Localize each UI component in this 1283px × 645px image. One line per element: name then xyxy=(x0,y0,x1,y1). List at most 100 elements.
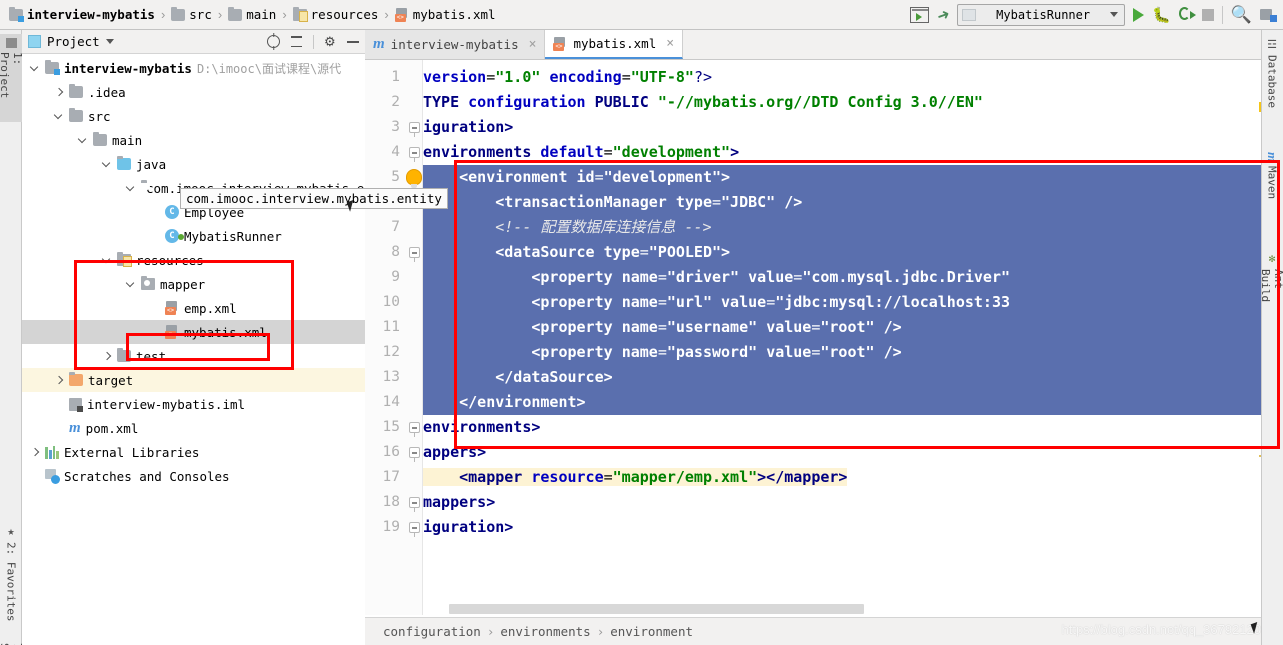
run-button[interactable] xyxy=(1133,7,1145,22)
code-token: name xyxy=(621,293,658,311)
make-project-icon[interactable]: ➜ xyxy=(934,4,952,25)
code-line[interactable]: <property name="driver" value="com.mysql… xyxy=(423,265,1283,290)
tree-node-mybatis-xml[interactable]: <> mybatis.xml xyxy=(22,320,365,344)
tool-tab-maven[interactable]: m Maven xyxy=(1261,148,1283,218)
collapse-all-icon[interactable] xyxy=(290,35,303,48)
close-icon[interactable]: × xyxy=(529,37,537,52)
project-tool-window: Project ⚙ interview-mybatis D:\imooc\面试课程… xyxy=(22,30,402,645)
code-fold-toggle[interactable] xyxy=(409,247,420,262)
tool-tab-project[interactable]: 1: Project xyxy=(0,34,24,122)
maven-icon: m xyxy=(1265,152,1280,163)
tree-node-main[interactable]: main xyxy=(22,128,365,152)
hide-icon[interactable] xyxy=(347,40,359,43)
tree-node-test[interactable]: test xyxy=(22,344,365,368)
tool-tab-structure[interactable]: 7: Structure xyxy=(0,530,24,645)
code-line[interactable]: </environment> xyxy=(423,390,1283,415)
gear-icon[interactable]: ⚙ xyxy=(324,35,337,48)
tree-node-pom-xml[interactable]: m pom.xml xyxy=(22,416,365,440)
search-icon[interactable]: 🔍 xyxy=(1231,5,1252,25)
scratches-icon xyxy=(45,469,60,484)
chevron-down-icon[interactable] xyxy=(102,255,112,265)
tree-node-idea[interactable]: .idea xyxy=(22,80,365,104)
chevron-down-icon[interactable] xyxy=(126,279,136,289)
chevron-down-icon[interactable] xyxy=(105,39,114,44)
code-fold-toggle[interactable] xyxy=(409,447,420,462)
intention-bulb-icon[interactable] xyxy=(407,170,421,188)
code-line[interactable]: <mapper resource="mapper/emp.xml"></mapp… xyxy=(423,465,1283,490)
code-token: <property xyxy=(423,318,622,336)
tree-node-interview-mybatis[interactable]: interview-mybatis D:\imooc\面试课程\源代 xyxy=(22,56,365,80)
tree-node-external-libraries[interactable]: External Libraries xyxy=(22,440,365,464)
code-line[interactable]: <property name="url" value="jdbc:mysql:/… xyxy=(423,290,1283,315)
run-config-name: MybatisRunner xyxy=(996,7,1091,22)
tree-node-target[interactable]: target xyxy=(22,368,365,392)
code-line[interactable]: iguration> xyxy=(423,115,1283,140)
breadcrumb-environments[interactable]: environments xyxy=(500,624,590,639)
tree-node-java[interactable]: java xyxy=(22,152,365,176)
tree-node-resources[interactable]: resources xyxy=(22,248,365,272)
chevron-right-icon[interactable] xyxy=(54,87,64,97)
code-line[interactable]: <property name="password" value="root" /… xyxy=(423,340,1283,365)
editor-gutter[interactable]: 12345678910111213141516171819 xyxy=(365,60,423,615)
breadcrumb-item-main[interactable]: main xyxy=(225,6,279,22)
run-window-icon[interactable] xyxy=(909,6,929,23)
code-token: value xyxy=(748,268,794,286)
scroll-from-source-icon[interactable] xyxy=(267,35,280,48)
breadcrumb-item-src[interactable]: src xyxy=(168,6,215,22)
breadcrumb-environment[interactable]: environment xyxy=(610,624,693,639)
chevron-right-icon[interactable] xyxy=(30,447,40,457)
code-token: "root" xyxy=(820,343,875,361)
breadcrumb-item-project[interactable]: interview-mybatis xyxy=(6,6,158,22)
code-content[interactable]: version="1.0" encoding="UTF-8"?> TYPE con… xyxy=(423,60,1283,615)
tree-node-mybatisrunner[interactable]: C MybatisRunner xyxy=(22,224,365,248)
tool-tab-ant-build[interactable]: ✻ Ant Build xyxy=(1259,248,1283,332)
chevron-down-icon[interactable] xyxy=(30,63,40,73)
code-fold-toggle[interactable] xyxy=(409,147,420,162)
breadcrumb-item-resources[interactable]: resources xyxy=(290,6,382,22)
code-line[interactable]: TYPE configuration PUBLIC "-//mybatis.or… xyxy=(423,90,1283,115)
tree-node-emp-xml[interactable]: <> emp.xml xyxy=(22,296,365,320)
chevron-right-icon[interactable] xyxy=(54,375,64,385)
chevron-right-icon[interactable] xyxy=(102,351,112,361)
code-line[interactable]: <transactionManager type="JDBC" /> xyxy=(423,190,1283,215)
debug-button[interactable]: 🐛 xyxy=(1152,6,1171,24)
chevron-down-icon[interactable] xyxy=(54,111,64,121)
code-line[interactable]: mappers> xyxy=(423,490,1283,515)
tree-node-interview-mybatis-iml[interactable]: interview-mybatis.iml xyxy=(22,392,365,416)
tree-node-scratches-and-consoles[interactable]: Scratches and Consoles xyxy=(22,464,365,488)
editor-tab-interview-mybatis[interactable]: m interview-mybatis × xyxy=(365,30,546,59)
run-with-coverage-button[interactable] xyxy=(1178,7,1196,22)
code-line[interactable]: <property name="username" value="root" /… xyxy=(423,315,1283,340)
close-icon[interactable]: × xyxy=(666,36,674,51)
chevron-down-icon[interactable] xyxy=(126,183,136,193)
code-line[interactable]: <dataSource type="POOLED"> xyxy=(423,240,1283,265)
code-line[interactable]: </dataSource> xyxy=(423,365,1283,390)
code-line[interactable]: <environment id="development"> xyxy=(423,165,1283,190)
stop-button[interactable] xyxy=(1201,8,1214,21)
breadcrumb-item-file[interactable]: <> mybatis.xml xyxy=(392,7,499,22)
breadcrumb-configuration[interactable]: configuration xyxy=(383,624,481,639)
code-editor[interactable]: 12345678910111213141516171819 version="1… xyxy=(365,60,1283,645)
tree-node-src[interactable]: src xyxy=(22,104,365,128)
code-fold-toggle[interactable] xyxy=(409,422,420,437)
tree-node-label: target xyxy=(88,372,134,388)
project-structure-icon[interactable] xyxy=(1260,8,1277,22)
editor-tab-mybatis-xml[interactable]: <> mybatis.xml × xyxy=(545,30,684,59)
run-configuration-selector[interactable]: MybatisRunner xyxy=(957,3,1126,26)
code-line[interactable]: iguration> xyxy=(423,515,1283,540)
tree-node-mapper[interactable]: mapper xyxy=(22,272,365,296)
code-line[interactable]: environments> xyxy=(423,415,1283,440)
navigation-breadcrumb: interview-mybatis › src › main › resourc… xyxy=(0,6,499,22)
editor-horizontal-scrollbar[interactable] xyxy=(423,603,1273,615)
chevron-down-icon[interactable] xyxy=(102,159,112,169)
hscrollbar-thumb[interactable] xyxy=(449,604,864,614)
code-line[interactable]: environments default="development"> xyxy=(423,140,1283,165)
code-line[interactable]: appers> xyxy=(423,440,1283,465)
code-line[interactable]: <!-- 配置数据库连接信息 --> xyxy=(423,215,1283,240)
tool-tab-database[interactable]: ☲ Database xyxy=(1261,34,1283,116)
code-line[interactable]: version="1.0" encoding="UTF-8"?> xyxy=(423,65,1283,90)
chevron-down-icon[interactable] xyxy=(78,135,88,145)
code-fold-toggle[interactable] xyxy=(409,522,420,537)
code-fold-toggle[interactable] xyxy=(409,122,420,137)
code-fold-toggle[interactable] xyxy=(409,497,420,512)
